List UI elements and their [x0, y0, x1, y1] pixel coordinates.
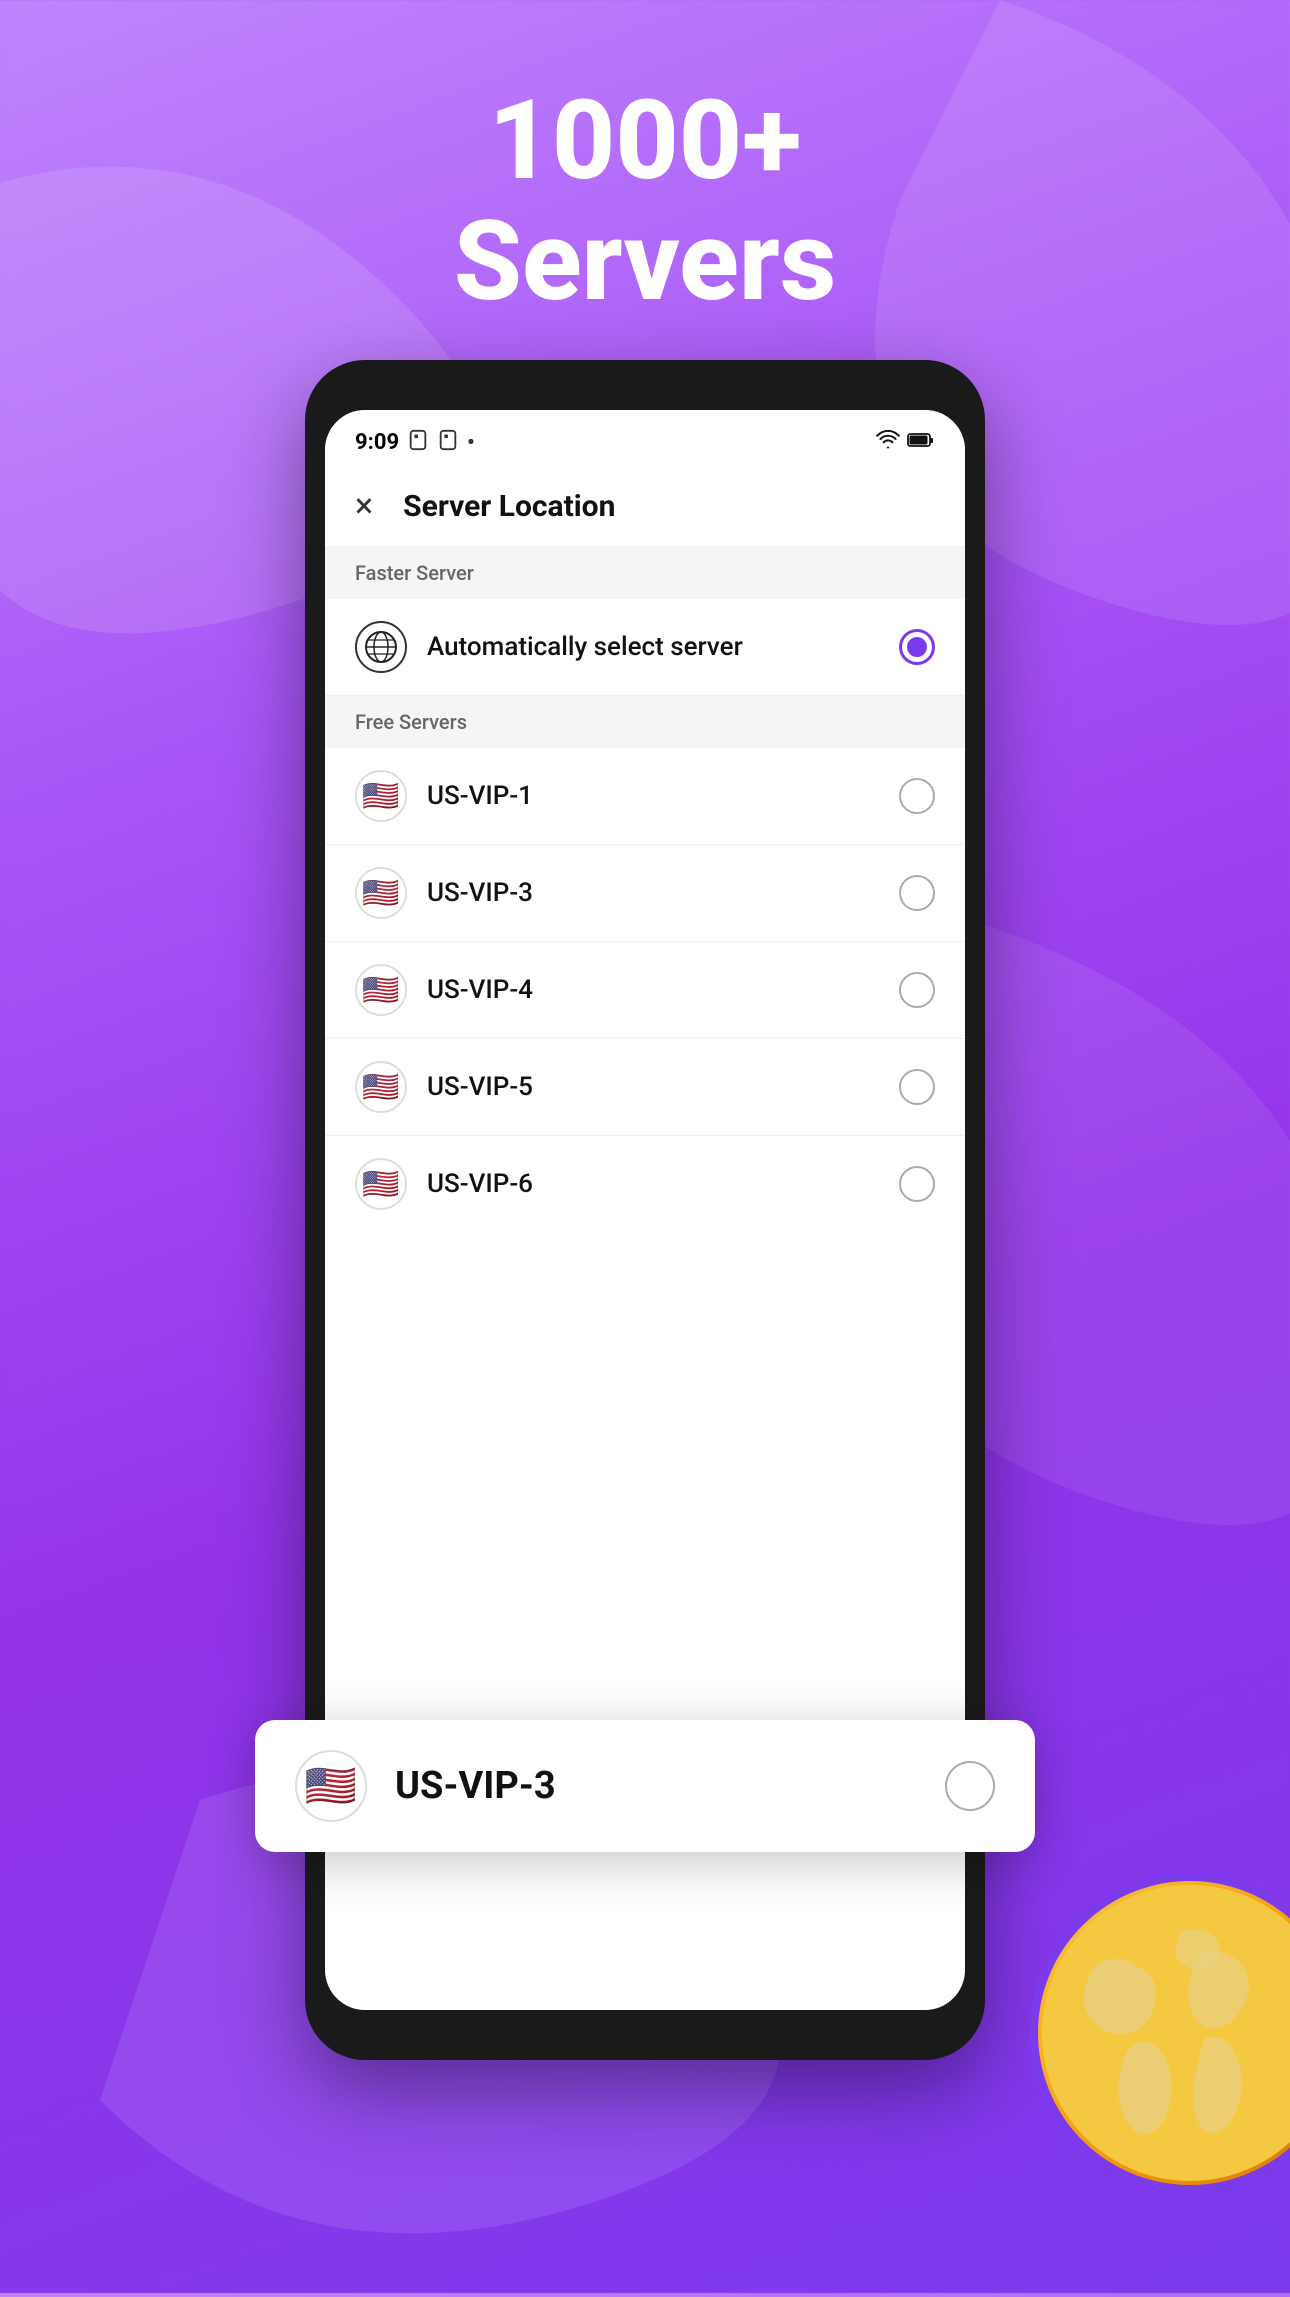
floating-server-item[interactable]: 🇺🇸 US-VIP-3 — [255, 1720, 1035, 1852]
radio-vip4[interactable] — [899, 972, 935, 1008]
floating-server-name: US-VIP-3 — [395, 1764, 945, 1808]
auto-select-icon — [355, 621, 407, 673]
header-title: 1000+ Servers — [0, 80, 1290, 322]
status-left: 9:09 • — [355, 429, 474, 456]
globe-outer — [1030, 1873, 1290, 2193]
server-name-vip6: US-VIP-6 — [427, 1169, 899, 1199]
dot-indicator: • — [467, 430, 474, 454]
radio-vip5[interactable] — [899, 1069, 935, 1105]
us-flag-vip6: 🇺🇸 — [355, 1158, 407, 1210]
server-name-vip5: US-VIP-5 — [427, 1072, 899, 1102]
server-item-us-vip-5[interactable]: 🇺🇸 US-VIP-5 — [325, 1039, 965, 1136]
us-flag-vip3-list: 🇺🇸 — [355, 867, 407, 919]
us-flag-vip5: 🇺🇸 — [355, 1061, 407, 1113]
auto-select-radio[interactable] — [899, 629, 935, 665]
server-name-vip3-list: US-VIP-3 — [427, 878, 899, 908]
radio-vip1[interactable] — [899, 778, 935, 814]
wifi-icon — [875, 428, 901, 456]
floating-radio-unselected[interactable] — [945, 1761, 995, 1811]
faster-server-section-header: Faster Server — [325, 547, 965, 599]
radio-vip3-list[interactable] — [899, 875, 935, 911]
server-item-us-vip-3-list[interactable]: 🇺🇸 US-VIP-3 — [325, 845, 965, 942]
close-button[interactable]: × — [355, 486, 373, 526]
server-item-us-vip-4[interactable]: 🇺🇸 US-VIP-4 — [325, 942, 965, 1039]
us-flag-vip4: 🇺🇸 — [355, 964, 407, 1016]
server-item-us-vip-1[interactable]: 🇺🇸 US-VIP-1 — [325, 748, 965, 845]
server-name-vip4: US-VIP-4 — [427, 975, 899, 1005]
floating-flag: 🇺🇸 — [295, 1750, 367, 1822]
radio-vip6[interactable] — [899, 1166, 935, 1202]
free-servers-section-header: Free Servers — [325, 696, 965, 748]
status-right — [875, 428, 935, 456]
auto-select-item[interactable]: Automatically select server — [325, 599, 965, 696]
status-time: 9:09 — [355, 430, 399, 455]
server-name-vip1: US-VIP-1 — [427, 781, 899, 811]
auto-select-label: Automatically select server — [427, 632, 899, 662]
globe-decoration — [1030, 1873, 1290, 2193]
sim-icon-2 — [437, 429, 459, 456]
battery-icon — [907, 430, 935, 455]
app-header: × Server Location — [325, 466, 965, 547]
screen-title: Server Location — [403, 489, 615, 524]
status-bar: 9:09 • — [325, 410, 965, 466]
sim-icon-1 — [407, 429, 429, 456]
server-item-us-vip-6[interactable]: 🇺🇸 US-VIP-6 — [325, 1136, 965, 1232]
us-flag-vip1: 🇺🇸 — [355, 770, 407, 822]
